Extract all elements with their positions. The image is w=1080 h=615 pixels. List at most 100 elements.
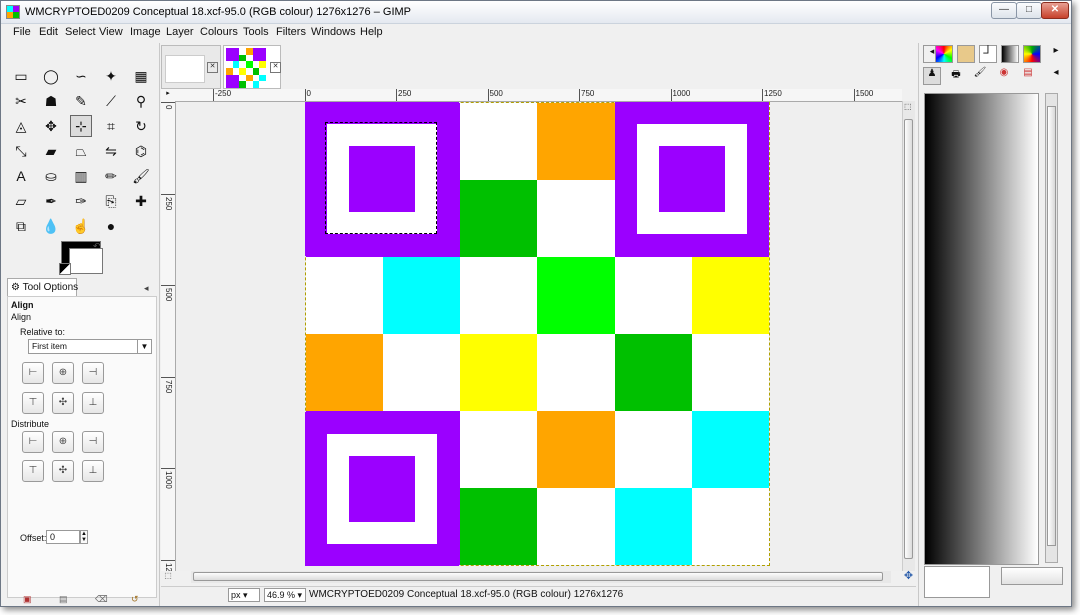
dock-scroll-thumb[interactable] [1047,106,1056,546]
palettes-tab-icon[interactable] [1023,45,1041,63]
offset-input[interactable]: 0 [46,530,80,544]
foreground-select-icon[interactable]: ☗ [40,90,62,112]
airbrush-icon[interactable]: ✒ [40,190,62,212]
navigate-icon[interactable]: ✥ [902,569,915,583]
paths-icon[interactable]: ✎ [70,90,92,112]
scale-icon[interactable]: ⤡ [10,140,32,162]
clone-icon[interactable]: ⎘ [100,190,122,212]
align-middle-button[interactable]: ✣ [52,392,74,414]
ink-icon[interactable]: ✑ [70,190,92,212]
cage-icon[interactable]: ⌬ [130,140,152,162]
patterns-tab-icon[interactable] [935,45,953,63]
flip-icon[interactable]: ⇋ [100,140,122,162]
gradients-tab-icon[interactable] [1001,45,1019,63]
offset-spinner[interactable]: ▲ ▼ [80,530,88,544]
perspective-clone-icon[interactable]: ⧉ [10,215,32,237]
color-picker-icon[interactable]: ⟋ [100,90,122,112]
swap-colors-icon[interactable]: ↶ [93,241,101,252]
paintbrush-icon[interactable]: 🖌 [130,165,152,187]
align-icon[interactable]: ⊹ [70,115,92,137]
heal-icon[interactable]: ✚ [130,190,152,212]
scroll-right-icon[interactable]: ▸ [1047,45,1065,63]
blur-icon[interactable]: 💧 [40,215,62,237]
panel-menu-icon[interactable]: ◂ [144,283,149,294]
dodge-burn-icon[interactable]: ● [100,215,122,237]
image-tab-1[interactable]: ✕ [161,45,221,89]
quick-mask-icon[interactable]: ⬚ [161,571,175,583]
align-bottom-button[interactable]: ⊥ [82,392,104,414]
title-bar[interactable]: WMCRYPTOED0209 Conceptual 18.xcf-95.0 (R… [1,1,1071,24]
menu-windows[interactable]: Windows [311,26,356,38]
distribute-middle-button[interactable]: ✣ [52,460,74,482]
image-tab-2[interactable]: ✕ [223,45,281,89]
colors-icon[interactable]: ◉ [995,67,1013,85]
align-right-button[interactable]: ⊣ [82,362,104,384]
fuzzy-select-icon[interactable]: ✦ [100,65,122,87]
menu-file[interactable]: File [13,26,31,38]
horizontal-scroll-thumb[interactable] [193,572,883,581]
tool-presets-icon[interactable]: ♟ [923,67,941,85]
distribute-bottom-button[interactable]: ⊥ [82,460,104,482]
relative-to-dropdown[interactable]: First item ▼ [28,339,152,354]
reset-options-icon[interactable]: ↺ [131,594,142,605]
smudge-icon[interactable]: ☝ [70,215,92,237]
align-left-button[interactable]: ⊢ [22,362,44,384]
eraser-icon[interactable]: ▱ [10,190,32,212]
move-icon[interactable]: ✥ [40,115,62,137]
menu-filters[interactable]: Filters [276,26,306,38]
history-icon[interactable]: ▤ [1019,67,1037,85]
menu-edit[interactable]: Edit [39,26,58,38]
close-icon[interactable]: ✕ [270,62,281,73]
brush-icon[interactable]: 🖌 [971,67,989,85]
distribute-top-button[interactable]: ⊤ [22,460,44,482]
restore-options-icon[interactable]: ▤ [59,594,70,605]
vertical-scroll-thumb[interactable] [904,119,913,559]
menu-layer[interactable]: Layer [166,26,194,38]
shear-icon[interactable]: ▰ [40,140,62,162]
close-button[interactable]: ✕ [1041,2,1069,19]
fonts-tab-icon[interactable]: ┘ [979,45,997,63]
crop-icon[interactable]: ⌗ [100,115,122,137]
vertical-ruler[interactable]: 0 250 500 750 1000 1250 [161,101,176,571]
menu-colours[interactable]: Colours [200,26,238,38]
default-colors-icon[interactable] [59,263,71,275]
distribute-center-button[interactable]: ⊕ [52,431,74,453]
distribute-right-button[interactable]: ⊣ [82,431,104,453]
horizontal-scrollbar[interactable] [191,571,891,583]
align-center-button[interactable]: ⊕ [52,362,74,384]
menu-view[interactable]: View [99,26,123,38]
zoom-toggle-icon[interactable]: ⬚ [904,102,912,111]
select-by-color-icon[interactable]: ▦ [130,65,152,87]
dock-menu-icon[interactable]: ◂ [1047,67,1065,85]
close-icon[interactable]: ✕ [207,62,218,73]
bucket-fill-icon[interactable]: ⛀ [40,165,62,187]
menu-image[interactable]: Image [130,26,161,38]
rect-select-icon[interactable]: ▭ [10,65,32,87]
blend-icon[interactable]: ▥ [70,165,92,187]
gradient-preview[interactable] [924,93,1039,565]
zoom-dropdown[interactable]: 46.9 % ▾ [264,588,306,602]
menu-help[interactable]: Help [360,26,383,38]
unit-dropdown[interactable]: px ▾ [228,588,260,602]
minimize-button[interactable]: — [991,2,1017,19]
free-select-icon[interactable]: ∽ [70,65,92,87]
device-status-icon[interactable]: 🖶 [947,67,965,85]
rotate-icon[interactable]: ↻ [130,115,152,137]
distribute-left-button[interactable]: ⊢ [22,431,44,453]
zoom-icon[interactable]: ⚲ [130,90,152,112]
horizontal-ruler[interactable]: -250 0 250 500 750 1000 1250 1500 [175,89,902,102]
vertical-scrollbar[interactable]: ⬚ [902,101,915,571]
menu-tools[interactable]: Tools [243,26,269,38]
ellipse-select-icon[interactable]: ◯ [40,65,62,87]
delete-options-icon[interactable]: ⌫ [95,594,108,605]
measure-icon[interactable]: ◬ [10,115,32,137]
perspective-icon[interactable]: ⏢ [70,140,92,162]
edit-gradient-button[interactable] [1001,567,1063,585]
scissors-icon[interactable]: ✂ [10,90,32,112]
align-top-button[interactable]: ⊤ [22,392,44,414]
save-options-icon[interactable]: ▣ [23,594,34,605]
maximize-button[interactable]: □ [1016,2,1042,19]
tool-options-tab[interactable]: ⚙ Tool Options [7,278,78,296]
brushes-tab-icon[interactable] [957,45,975,63]
menu-select[interactable]: Select [65,26,96,38]
